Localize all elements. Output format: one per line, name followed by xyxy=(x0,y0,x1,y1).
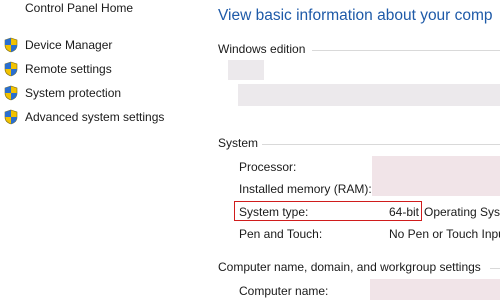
section-divider xyxy=(262,144,500,145)
page-title: View basic information about your comp xyxy=(218,7,493,24)
computer-name-section-heading: Computer name, domain, and workgroup set… xyxy=(218,260,481,274)
uac-shield-icon xyxy=(4,85,18,101)
uac-shield-icon xyxy=(4,37,18,53)
highlight-annotation-box xyxy=(234,201,422,221)
computer-name-label: Computer name: xyxy=(239,284,329,298)
control-panel-home-link[interactable]: Control Panel Home xyxy=(25,1,133,15)
uac-shield-icon xyxy=(4,109,18,125)
sidebar-item-system-protection[interactable]: System protection xyxy=(3,84,121,102)
installed-memory-label: Installed memory (RAM): xyxy=(239,182,372,196)
processor-label: Processor: xyxy=(239,160,297,174)
system-type-extra: Operating Syst xyxy=(424,205,500,219)
pen-and-touch-value: No Pen or Touch Inpu xyxy=(389,227,500,241)
redacted-edition-details xyxy=(238,84,500,106)
sidebar-item-advanced-system-settings[interactable]: Advanced system settings xyxy=(3,108,164,126)
sidebar-item-remote-settings[interactable]: Remote settings xyxy=(3,60,112,78)
pen-and-touch-label: Pen and Touch: xyxy=(239,227,323,241)
section-divider xyxy=(490,268,500,269)
section-divider xyxy=(312,50,500,51)
sidebar-item-label: System protection xyxy=(25,86,122,100)
uac-shield-icon xyxy=(4,61,18,77)
redacted-processor-value xyxy=(372,156,500,196)
sidebar-item-label: Remote settings xyxy=(25,62,112,76)
windows-edition-heading: Windows edition xyxy=(218,42,306,56)
sidebar-item-device-manager[interactable]: Device Manager xyxy=(3,36,112,54)
sidebar-item-label: Advanced system settings xyxy=(25,110,165,124)
redacted-computer-name-value xyxy=(370,279,500,300)
system-section-heading: System xyxy=(218,136,259,150)
sidebar-item-label: Device Manager xyxy=(25,38,113,52)
redacted-edition-name xyxy=(228,60,264,80)
